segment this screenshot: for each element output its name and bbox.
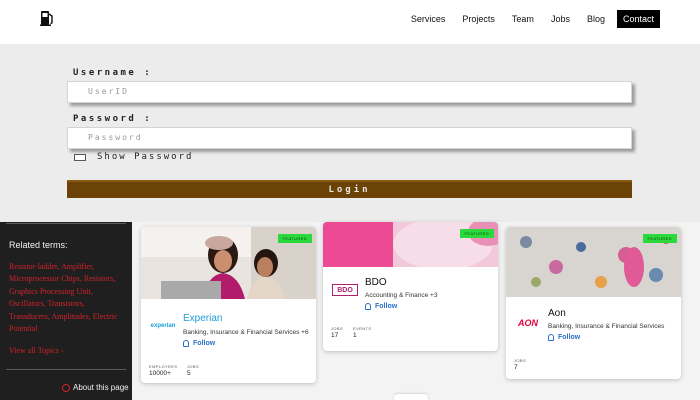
experian-logo: experian xyxy=(150,323,176,329)
related-terms-sidebar: Related terms: Resistor-ladder, Amplifie… xyxy=(0,222,132,400)
company-category: Banking, Insurance & Financial Services xyxy=(548,323,665,330)
username-label: Username : xyxy=(73,68,153,78)
featured-badge: FEATURED xyxy=(459,229,494,238)
show-password-checkbox[interactable] xyxy=(74,153,86,161)
about-this-page-label: About this page xyxy=(73,383,129,392)
bell-icon xyxy=(365,303,371,310)
nav-services[interactable]: Services xyxy=(411,10,446,28)
divider xyxy=(6,223,126,224)
company-name[interactable]: BDO xyxy=(365,277,387,288)
follow-label: Follow xyxy=(558,334,581,341)
related-terms-links[interactable]: Resistor-ladder, Amplifier, Microprocess… xyxy=(9,261,123,335)
company-card[interactable]: FEATURED AON Aon Banking, Insurance & Fi… xyxy=(506,227,681,379)
username-input[interactable]: UserID xyxy=(67,81,632,103)
password-input[interactable]: Password xyxy=(67,127,632,149)
stat-label: JOBS xyxy=(187,364,200,369)
stat-value: 10000+ xyxy=(149,370,171,377)
login-form: Username : UserID Password : Password Sh… xyxy=(0,44,700,222)
nav-blog[interactable]: Blog xyxy=(587,10,605,28)
aon-logo: AON xyxy=(518,318,538,328)
company-name[interactable]: Experian xyxy=(183,313,222,324)
bell-icon xyxy=(548,334,554,341)
show-password-row: Show Password xyxy=(74,152,193,162)
view-all-topics-link[interactable]: View all Topics › xyxy=(9,346,64,355)
contact-button[interactable]: Contact xyxy=(616,10,660,28)
about-this-page-link[interactable]: About this page xyxy=(62,383,129,392)
top-navbar: Services Projects Team Jobs Blog Contact xyxy=(0,0,700,44)
follow-button[interactable]: Follow xyxy=(548,334,580,341)
stat-value: 7 xyxy=(514,364,518,371)
nav-jobs[interactable]: Jobs xyxy=(551,10,570,28)
stat-value: 17 xyxy=(331,332,339,339)
nav-team[interactable]: Team xyxy=(512,10,534,28)
company-card[interactable]: FEATURED experian Experian Banking, Insu… xyxy=(141,227,316,383)
scroll-to-top-button[interactable] xyxy=(394,394,428,400)
bell-icon xyxy=(183,340,189,347)
page: Services Projects Team Jobs Blog Contact… xyxy=(0,0,700,400)
follow-label: Follow xyxy=(375,303,398,310)
featured-badge: FEATURED xyxy=(642,234,677,243)
show-password-label[interactable]: Show Password xyxy=(97,152,193,162)
nav-projects[interactable]: Projects xyxy=(462,10,495,28)
nav-links: Services Projects Team Jobs Blog Contact xyxy=(394,10,660,28)
stat-value: 1 xyxy=(353,332,357,339)
follow-label: Follow xyxy=(193,340,216,347)
follow-button[interactable]: Follow xyxy=(183,340,215,347)
stat-label: EMPLOYEES xyxy=(149,364,178,369)
featured-badge: FEATURED xyxy=(277,234,312,243)
company-name[interactable]: Aon xyxy=(548,308,566,319)
stat-label: JOBS xyxy=(514,358,527,363)
company-cards-area: FEATURED experian Experian Banking, Insu… xyxy=(132,222,700,400)
divider xyxy=(6,369,126,370)
stat-value: 5 xyxy=(187,370,191,377)
bdo-logo: BDO xyxy=(332,284,358,296)
related-terms-title: Related terms: xyxy=(9,240,68,250)
login-button[interactable]: Login xyxy=(67,180,632,198)
stat-label: EVENTS xyxy=(353,326,372,331)
fuel-pump-icon[interactable] xyxy=(40,10,54,26)
company-card[interactable]: FEATURED BDO BDO Accounting & Finance +3… xyxy=(323,222,498,351)
follow-button[interactable]: Follow xyxy=(365,303,397,310)
info-icon xyxy=(62,383,70,392)
company-category: Banking, Insurance & Financial Services … xyxy=(183,329,309,336)
company-category: Accounting & Finance +3 xyxy=(365,292,438,299)
password-label: Password : xyxy=(73,114,153,124)
stat-label: JOBS xyxy=(331,326,344,331)
